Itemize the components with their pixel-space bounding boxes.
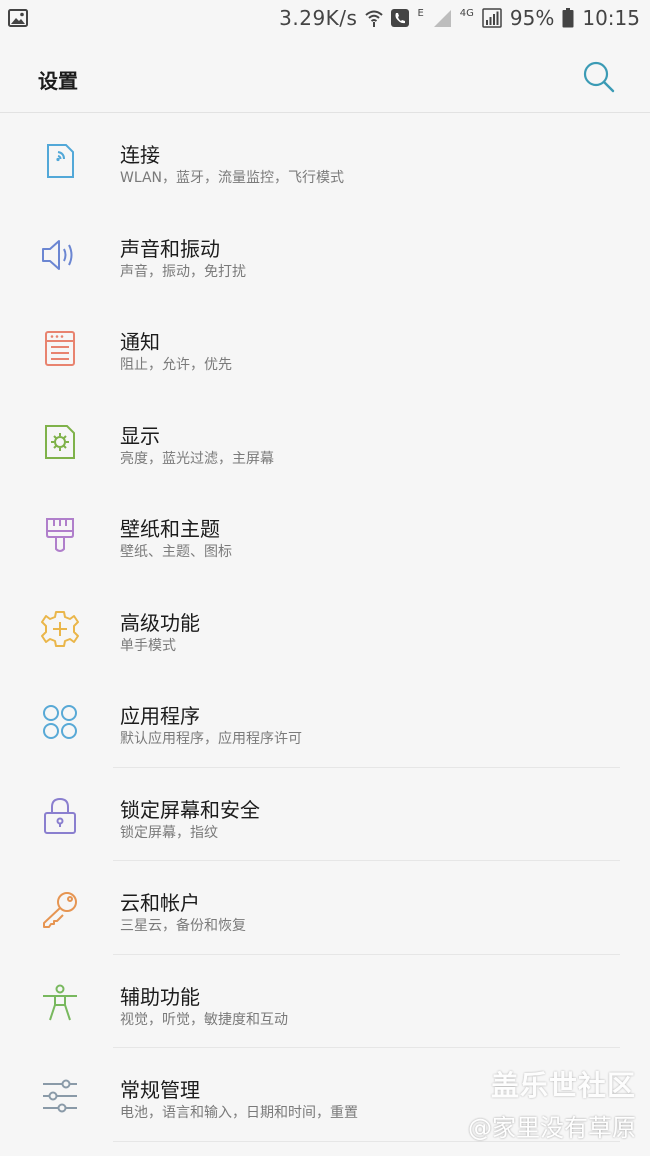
phone-icon [391, 9, 410, 27]
settings-item-apps[interactable]: 应用程序 默认应用程序，应用程序许可 [0, 674, 650, 768]
search-button[interactable] [582, 60, 616, 94]
item-label: 常规管理 [120, 1078, 200, 1102]
item-label: 连接 [120, 143, 160, 167]
settings-item-advanced-features[interactable]: 高级功能 单手模式 [0, 581, 650, 675]
wifi-icon [365, 8, 384, 28]
paintbrush-icon [40, 515, 80, 555]
apps-icon [40, 702, 80, 742]
item-label: 高级功能 [120, 610, 200, 635]
item-subtitle: 阻止，允许，优先 [120, 357, 232, 373]
item-subtitle: 视觉，听觉，敏捷度和互动 [120, 1011, 288, 1028]
lock-icon [40, 796, 80, 836]
accessibility-icon [40, 983, 80, 1023]
settings-item-notifications[interactable]: 通知 阻止，允许，优先 [0, 300, 650, 394]
settings-item-accessibility[interactable]: 辅助功能 视觉，听觉，敏捷度和互动 [0, 955, 650, 1048]
network-e-indicator: E [417, 8, 424, 19]
settings-item-lock-screen-security[interactable]: 锁定屏幕和安全 锁定屏幕，指纹 [0, 768, 650, 861]
settings-item-connections[interactable]: 连接 WLAN，蓝牙，流量监控，飞行模式 [0, 113, 650, 207]
settings-item-sounds[interactable]: 声音和振动 声音，振动，免打扰 [0, 207, 650, 301]
item-subtitle: 声音，振动，免打扰 [120, 263, 246, 280]
volume-icon [40, 235, 80, 275]
settings-list: 连接 WLAN，蓝牙，流量监控，飞行模式 声音和振动 声音，振动，免打扰 通知 … [0, 113, 650, 1142]
item-label: 显示 [120, 423, 160, 448]
item-subtitle: 单手模式 [120, 637, 176, 654]
signal-icon [432, 8, 452, 28]
item-subtitle: 三星云，备份和恢复 [120, 918, 246, 934]
item-label: 云和帐户 [120, 891, 200, 915]
settings-item-display[interactable]: 显示 亮度，蓝光过滤，主屏幕 [0, 394, 650, 488]
signal-strength-icon [482, 8, 502, 28]
item-subtitle: 亮度，蓝光过滤，主屏幕 [120, 450, 274, 467]
item-subtitle: 壁纸、主题、图标 [120, 544, 232, 560]
item-subtitle: 电池，语言和输入，日期和时间，重置 [120, 1105, 358, 1121]
display-icon [40, 422, 80, 462]
key-icon [40, 889, 80, 929]
item-subtitle: 默认应用程序，应用程序许可 [120, 731, 302, 747]
item-label: 应用程序 [120, 704, 200, 728]
item-subtitle: 锁定屏幕，指纹 [120, 824, 218, 841]
item-subtitle: WLAN，蓝牙，流量监控，飞行模式 [120, 170, 345, 186]
gear-plus-icon [40, 609, 80, 649]
watermark-community: 盖乐世社区 [490, 1069, 636, 1102]
watermark-author: @家里没有草原 [468, 1114, 636, 1142]
connection-icon [40, 141, 80, 181]
network-speed: 3.29K/s [279, 6, 358, 30]
item-label: 通知 [120, 330, 160, 354]
item-label: 辅助功能 [120, 984, 200, 1009]
settings-item-wallpaper-themes[interactable]: 壁纸和主题 壁纸、主题、图标 [0, 487, 650, 581]
sliders-icon [40, 1076, 80, 1116]
app-header: 设置 [0, 40, 650, 112]
item-label: 声音和振动 [120, 236, 220, 261]
image-icon [8, 9, 28, 27]
clock: 10:15 [582, 6, 640, 30]
settings-item-cloud-accounts[interactable]: 云和帐户 三星云，备份和恢复 [0, 861, 650, 955]
status-bar: 3.29K/s E 4G 95% 10:15 [0, 0, 650, 40]
search-icon [583, 61, 615, 93]
battery-icon [562, 8, 574, 28]
battery-percentage: 95% [509, 6, 555, 30]
item-label: 壁纸和主题 [120, 517, 220, 541]
network-4g-indicator: 4G [459, 8, 474, 19]
item-label: 锁定屏幕和安全 [120, 797, 260, 822]
notification-icon [40, 328, 80, 368]
page-title: 设置 [38, 69, 78, 93]
